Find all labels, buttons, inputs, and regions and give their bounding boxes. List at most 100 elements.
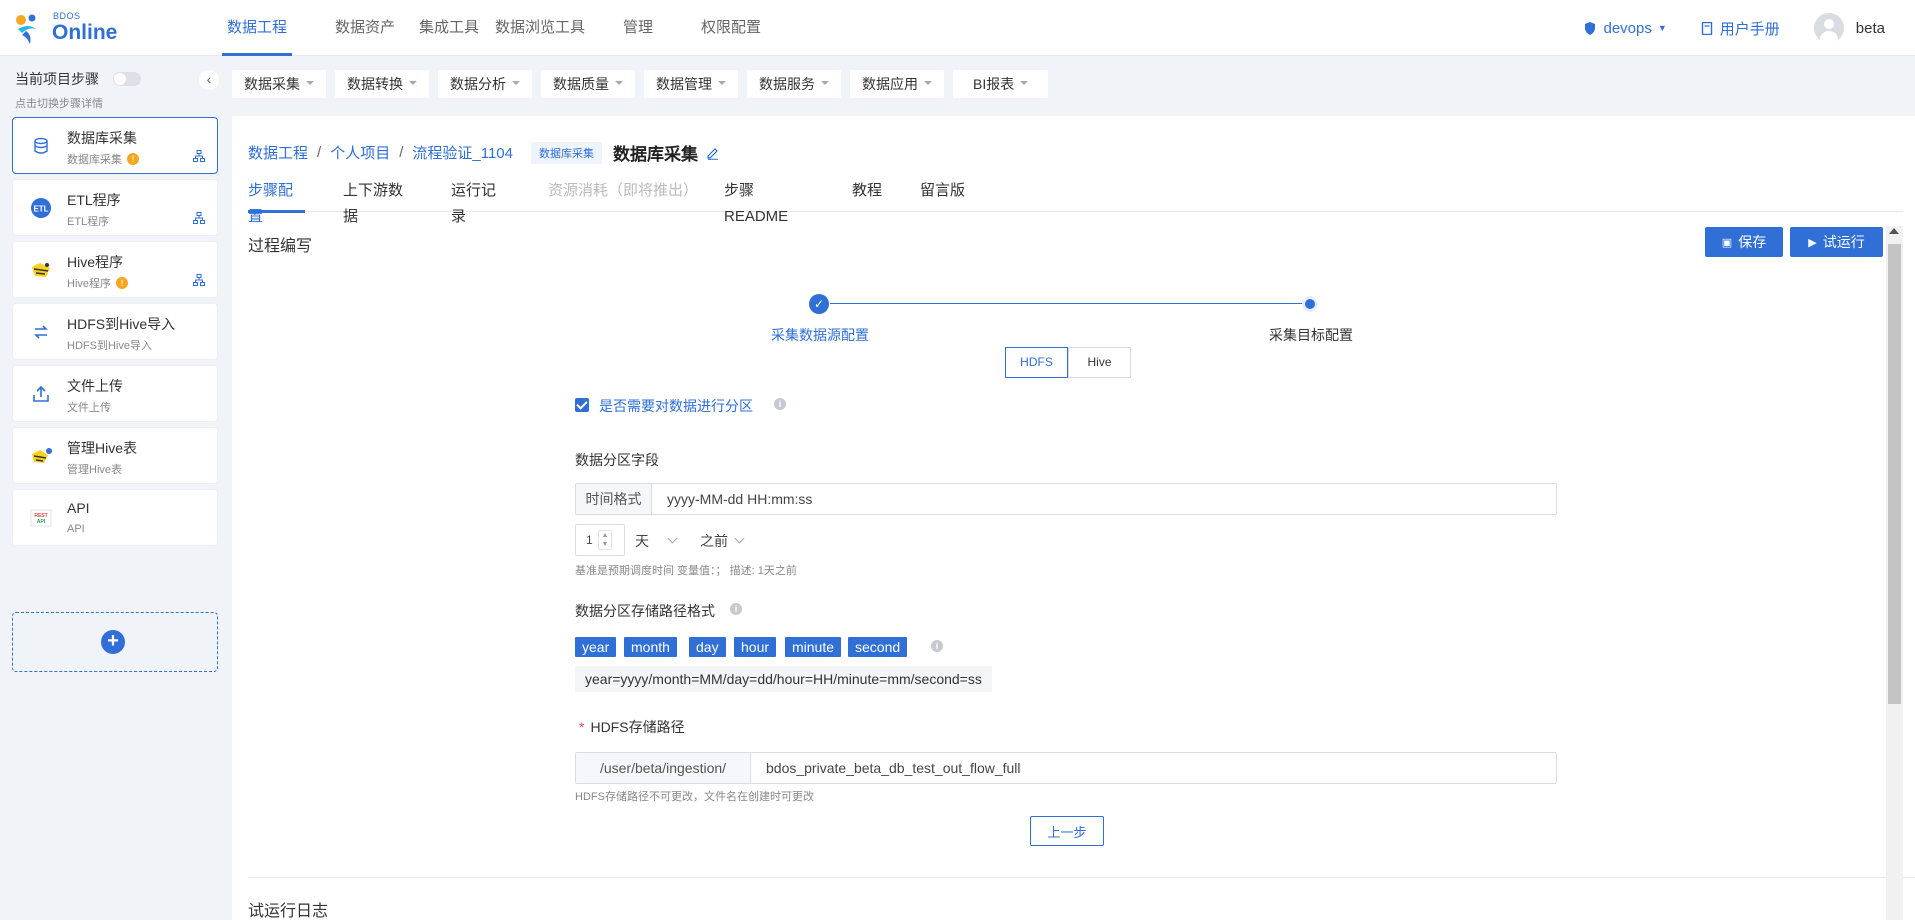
category-data-quality[interactable]: 数据质量 [541, 70, 635, 98]
nav-integration-tools[interactable]: 集成工具 [414, 0, 484, 56]
save-button[interactable]: ▣ 保存 [1705, 227, 1783, 257]
chip-hour[interactable]: hour [734, 637, 777, 657]
hive-icon [32, 263, 50, 277]
step-card-hive[interactable]: Hive程序 Hive程序! [12, 241, 218, 298]
breadcrumb-data-engineering[interactable]: 数据工程 [248, 142, 308, 163]
partition-path-format-label: 数据分区存储路径格式 [575, 603, 715, 619]
nav-data-assets[interactable]: 数据资产 [330, 0, 400, 56]
breadcrumb: 数据工程 / 个人项目 / 流程验证_1104 数据库采集 数据库采集 [248, 140, 720, 165]
tab-resource-usage: 资源消耗（即将推出） [548, 182, 699, 199]
direction-select[interactable]: 之前 [700, 531, 745, 551]
category-data-management[interactable]: 数据管理 [644, 70, 738, 98]
logo-small-text: BDOS [53, 11, 81, 21]
nav-data-browse-tools[interactable]: 数据浏览工具 [495, 0, 585, 56]
step-card-manage-hive-table[interactable]: 管理Hive表 管理Hive表 [12, 427, 218, 484]
offset-value: 1 [586, 533, 593, 547]
play-icon: ▶ [1808, 236, 1817, 249]
prev-step-button[interactable]: 上一步 [1030, 816, 1104, 846]
rest-api-icon: RESTAPI [30, 509, 52, 527]
transfer-icon [34, 325, 48, 339]
partition-path-pattern: year=yyyy/month=MM/day=dd/hour=HH/minute… [575, 666, 992, 692]
collapse-sidebar-button[interactable]: ‹ [199, 70, 219, 90]
nav-data-engineering[interactable]: 数据工程 [222, 0, 292, 56]
category-data-transform[interactable]: 数据转换 [335, 70, 429, 98]
user-manual-label: 用户手册 [1719, 20, 1780, 38]
partition-checkbox[interactable] [575, 398, 589, 412]
chip-month[interactable]: month [624, 637, 677, 657]
tab-upstream-downstream[interactable]: 上下游数据 [343, 178, 415, 225]
vertical-scrollbar[interactable] [1886, 226, 1903, 920]
tab-readme[interactable]: 步骤README [724, 178, 812, 225]
step-card-title: ETL程序 [67, 192, 121, 208]
breadcrumb-personal-project[interactable]: 个人项目 [330, 142, 390, 163]
stepper-arrows-icon[interactable]: ▲ ▼ [598, 530, 612, 550]
category-bi-report[interactable]: BI报表 [953, 70, 1049, 98]
step-target-config[interactable]: 采集目标配置 [1269, 325, 1353, 345]
upload-icon [33, 385, 49, 402]
trial-run-button[interactable]: ▶ 试运行 [1790, 227, 1883, 257]
step-card-file-upload[interactable]: 文件上传 文件上传 [12, 365, 218, 422]
time-format-input[interactable]: 时间格式 yyyy-MM-dd HH:mm:ss [575, 483, 1557, 515]
edit-icon[interactable] [706, 146, 720, 160]
breadcrumb-flow[interactable]: 流程验证_1104 [412, 142, 513, 163]
chip-day[interactable]: day [689, 637, 726, 657]
time-format-value[interactable]: yyyy-MM-dd HH:mm:ss [652, 484, 812, 514]
plus-icon: + [101, 630, 125, 654]
scrollbar-thumb[interactable] [1888, 244, 1901, 704]
nav-management[interactable]: 管理 [618, 0, 658, 56]
add-step-button[interactable]: + [12, 612, 218, 672]
step-card-subtitle: 文件上传 [67, 402, 111, 414]
offset-stepper[interactable]: 1 ▲ ▼ [575, 524, 625, 556]
check-icon[interactable]: ✓ [809, 294, 829, 314]
step-current-dot[interactable] [1302, 296, 1318, 312]
tab-message-board[interactable]: 留言版 [920, 178, 965, 212]
sidebar-subtitle: 点击切换步骤详情 [15, 98, 103, 110]
segment-hdfs[interactable]: HDFS [1005, 347, 1068, 378]
partition-checkbox-label[interactable]: 是否需要对数据进行分区 [599, 396, 753, 416]
info-icon[interactable]: i [774, 398, 786, 410]
current-step-toggle[interactable] [113, 72, 141, 86]
lineage-icon[interactable] [193, 212, 205, 224]
chip-second[interactable]: second [848, 637, 908, 657]
scroll-up-icon[interactable] [1889, 228, 1899, 234]
hdfs-path-label: * HDFS存储路径 [579, 719, 685, 735]
sidebar-title: 当前项目步骤 [15, 71, 99, 87]
tab-tutorial[interactable]: 教程 [852, 178, 882, 212]
step-card-api[interactable]: REST API API API [12, 489, 218, 546]
category-toolbar: 数据采集 数据转换 数据分析 数据质量 数据管理 数据服务 数据应用 BI报表 [232, 56, 1915, 112]
step-card-subtitle: Hive程序! [67, 275, 129, 291]
category-data-analysis[interactable]: 数据分析 [438, 70, 532, 98]
step-progress-line [830, 303, 1308, 304]
segment-hive[interactable]: Hive [1068, 347, 1131, 378]
hdfs-file-name[interactable]: bdos_private_beta_db_test_out_flow_full [751, 753, 1021, 783]
lineage-icon[interactable] [193, 150, 205, 162]
category-data-collection[interactable]: 数据采集 [232, 70, 326, 98]
user-manual-link[interactable]: 用户手册 [1701, 18, 1780, 39]
hdfs-path-input[interactable]: /user/beta/ingestion/ bdos_private_beta_… [575, 752, 1557, 784]
tab-run-records[interactable]: 运行记录 [451, 178, 508, 225]
project-switcher[interactable]: devops ▼ [1584, 19, 1667, 37]
svg-text:ETL: ETL [33, 205, 48, 214]
bdos-logo[interactable]: BDOS Online [14, 9, 124, 47]
info-icon[interactable]: i [931, 640, 943, 652]
step-card-etl[interactable]: ETL ETL程序 ETL程序 [12, 179, 218, 236]
step-source-config[interactable]: 采集数据源配置 [771, 325, 869, 345]
book-icon [1701, 21, 1712, 35]
category-data-application[interactable]: 数据应用 [850, 70, 944, 98]
user-menu[interactable]: beta [1813, 13, 1885, 43]
unit-select[interactable]: 天 [635, 531, 678, 551]
tab-step-config[interactable]: 步骤配置 [248, 178, 305, 225]
lineage-icon[interactable] [193, 274, 205, 286]
required-mark: * [579, 719, 585, 735]
time-format-addon: 时间格式 [576, 484, 652, 514]
nav-permissions[interactable]: 权限配置 [696, 0, 766, 56]
project-name: devops [1603, 19, 1652, 37]
category-data-service[interactable]: 数据服务 [747, 70, 841, 98]
step-card-hdfs-to-hive[interactable]: HDFS到Hive导入 HDFS到Hive导入 [12, 303, 218, 360]
info-icon[interactable]: i [730, 603, 742, 615]
step-card-title: API [67, 500, 90, 516]
step-card-db-ingestion[interactable]: 数据库采集 数据库采集! [12, 117, 218, 174]
chip-year[interactable]: year [575, 637, 617, 657]
chip-minute[interactable]: minute [785, 637, 842, 657]
partition-field-label: 数据分区字段 [575, 452, 659, 468]
